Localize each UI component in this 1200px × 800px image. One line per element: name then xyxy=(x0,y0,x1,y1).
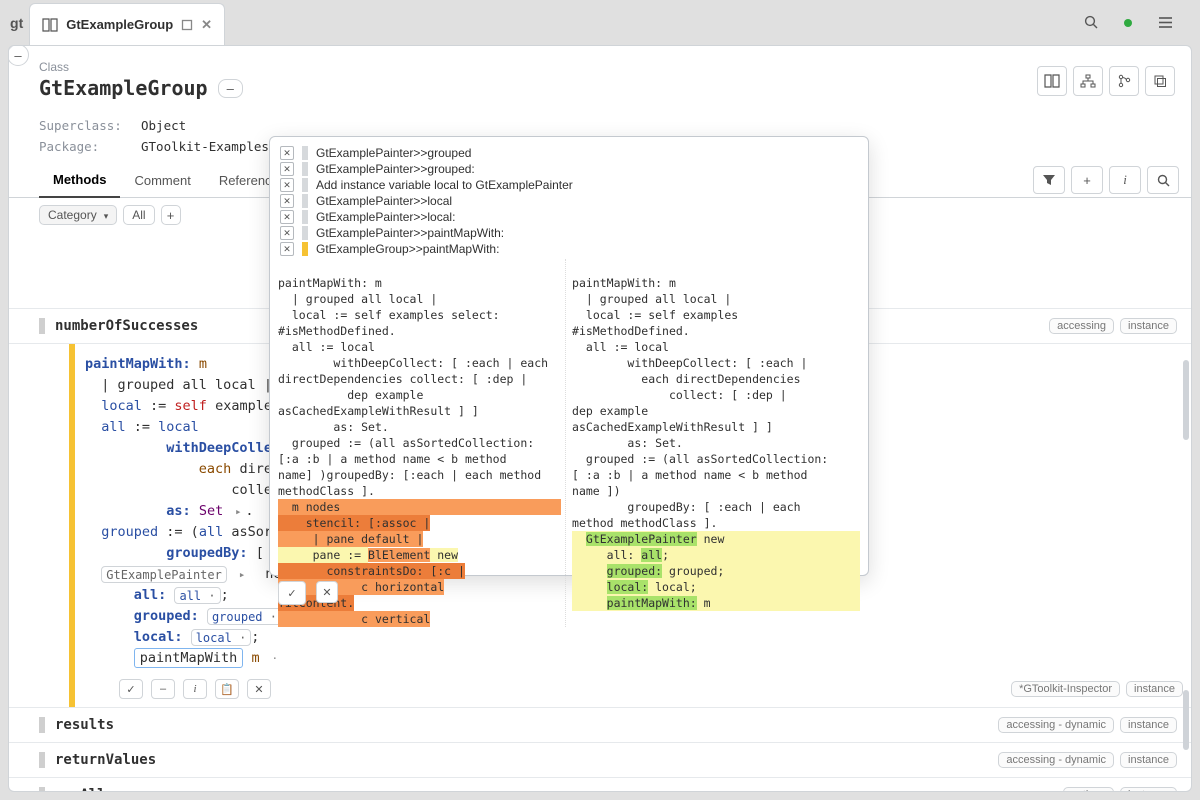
inline-value[interactable]: local · xyxy=(191,629,252,646)
window-tab[interactable]: GtExampleGroup ✕ xyxy=(29,3,225,45)
diff-view: paintMapWith: m | grouped all local | lo… xyxy=(270,259,868,635)
method-tag[interactable]: instance xyxy=(1120,787,1177,791)
copy-icon[interactable] xyxy=(1145,66,1175,96)
discard-change-icon[interactable]: ✕ xyxy=(280,226,294,240)
top-bar: gt GtExampleGroup ✕ xyxy=(0,0,1200,45)
scrollbar[interactable] xyxy=(1183,310,1189,779)
cancel-button[interactable]: ✕ xyxy=(247,679,271,699)
method-tag[interactable]: accessing - dynamic xyxy=(998,717,1114,733)
change-row[interactable]: ✕GtExamplePainter>>local xyxy=(278,193,860,209)
change-row[interactable]: ✕GtExamplePainter>>local: xyxy=(278,209,860,225)
search-in-tab-icon[interactable] xyxy=(1147,166,1179,194)
meta-superclass-value[interactable]: Object xyxy=(141,118,186,133)
search-icon[interactable] xyxy=(1078,10,1104,36)
status-dot-icon xyxy=(1124,19,1132,27)
branch-icon[interactable] xyxy=(1109,66,1139,96)
meta-package-value[interactable]: GToolkit-Examples xyxy=(141,139,269,154)
book-icon[interactable] xyxy=(1037,66,1067,96)
add-button[interactable]: + xyxy=(1071,166,1103,194)
change-row[interactable]: ✕GtExampleGroup>>paintMapWith: xyxy=(278,241,860,257)
inline-value[interactable]: all · xyxy=(174,587,220,604)
change-row[interactable]: ✕GtExamplePainter>>grouped: xyxy=(278,161,860,177)
method-row[interactable]: returnValues accessing - dynamic instanc… xyxy=(9,742,1191,777)
filter-icon[interactable] xyxy=(1033,166,1065,194)
all-filter[interactable]: All xyxy=(123,205,154,225)
hamburger-icon[interactable] xyxy=(1152,10,1178,36)
method-tag[interactable]: actions xyxy=(1063,787,1114,791)
clipboard-button[interactable]: 📋 xyxy=(215,679,239,699)
diff-left[interactable]: paintMapWith: m | grouped all local | lo… xyxy=(278,259,566,627)
discard-change-icon[interactable]: ✕ xyxy=(280,194,294,208)
changes-popup: ✕GtExamplePainter>>grouped ✕GtExamplePai… xyxy=(269,136,869,576)
method-name: runAll xyxy=(55,787,106,791)
class-name: GtExampleGroup xyxy=(39,76,208,100)
info-button[interactable]: i xyxy=(1109,166,1141,194)
diff-right[interactable]: paintMapWith: m | grouped all local | lo… xyxy=(572,259,860,627)
method-tag[interactable]: instance xyxy=(1120,717,1177,733)
change-row[interactable]: ✕Add instance variable local to GtExampl… xyxy=(278,177,860,193)
remove-button[interactable]: – xyxy=(151,679,175,699)
app-logo: gt xyxy=(10,15,23,31)
editor-toolbar: ✓ – i 📋 ✕ *GToolkit-Inspector instance xyxy=(75,675,1191,707)
method-tag[interactable]: instance xyxy=(1120,318,1177,334)
category-filter[interactable]: Category xyxy=(39,205,117,225)
method-tag[interactable]: *GToolkit-Inspector xyxy=(1011,681,1120,697)
tab-comment[interactable]: Comment xyxy=(120,164,204,198)
class-reference[interactable]: GtExamplePainter xyxy=(101,566,227,583)
current-keyword-input[interactable]: paintMapWith xyxy=(134,648,244,668)
method-tag[interactable]: instance xyxy=(1126,681,1183,697)
add-filter-button[interactable]: + xyxy=(161,205,181,225)
hierarchy-icon[interactable] xyxy=(1073,66,1103,96)
status-bar-icon xyxy=(39,318,45,334)
method-tag[interactable]: instance xyxy=(1120,752,1177,768)
discard-change-icon[interactable]: ✕ xyxy=(280,178,294,192)
class-kind-label: Class xyxy=(39,60,1167,74)
accept-button[interactable]: ✓ xyxy=(119,679,143,699)
book-icon xyxy=(42,18,58,32)
popup-change-list: ✕GtExamplePainter>>grouped ✕GtExamplePai… xyxy=(270,137,868,259)
class-tool-icons xyxy=(1037,66,1175,96)
meta-superclass-label: Superclass: xyxy=(39,118,119,133)
discard-change-icon[interactable]: ✕ xyxy=(280,162,294,176)
info-button[interactable]: i xyxy=(183,679,207,699)
tab-methods[interactable]: Methods xyxy=(39,164,120,198)
method-tag[interactable]: accessing - dynamic xyxy=(998,752,1114,768)
tab-title: GtExampleGroup xyxy=(66,17,173,32)
close-popup-button[interactable]: ✕ xyxy=(316,581,338,603)
discard-change-icon[interactable]: ✕ xyxy=(280,210,294,224)
change-row[interactable]: ✕GtExamplePainter>>grouped xyxy=(278,145,860,161)
maximize-icon[interactable] xyxy=(181,19,193,31)
meta-package-label: Package: xyxy=(39,139,119,154)
discard-change-icon[interactable]: ✕ xyxy=(280,146,294,160)
class-collapse-button[interactable]: – xyxy=(218,79,243,98)
method-name: results xyxy=(55,717,114,733)
change-row[interactable]: ✕GtExamplePainter>>paintMapWith: xyxy=(278,225,860,241)
method-name: numberOfSuccesses xyxy=(55,318,198,334)
discard-change-icon[interactable]: ✕ xyxy=(280,242,294,256)
apply-changes-button[interactable]: ✓ xyxy=(278,581,306,605)
top-right xyxy=(1078,10,1196,36)
workspace-panel: – Class GtExampleGroup – Superclass: Obj xyxy=(8,45,1192,792)
method-tag[interactable]: accessing xyxy=(1049,318,1114,334)
method-row[interactable]: results accessing - dynamic instance xyxy=(9,707,1191,742)
method-name: returnValues xyxy=(55,752,156,768)
method-row[interactable]: runAll actions instance xyxy=(9,777,1191,791)
close-tab-icon[interactable]: ✕ xyxy=(201,17,212,33)
